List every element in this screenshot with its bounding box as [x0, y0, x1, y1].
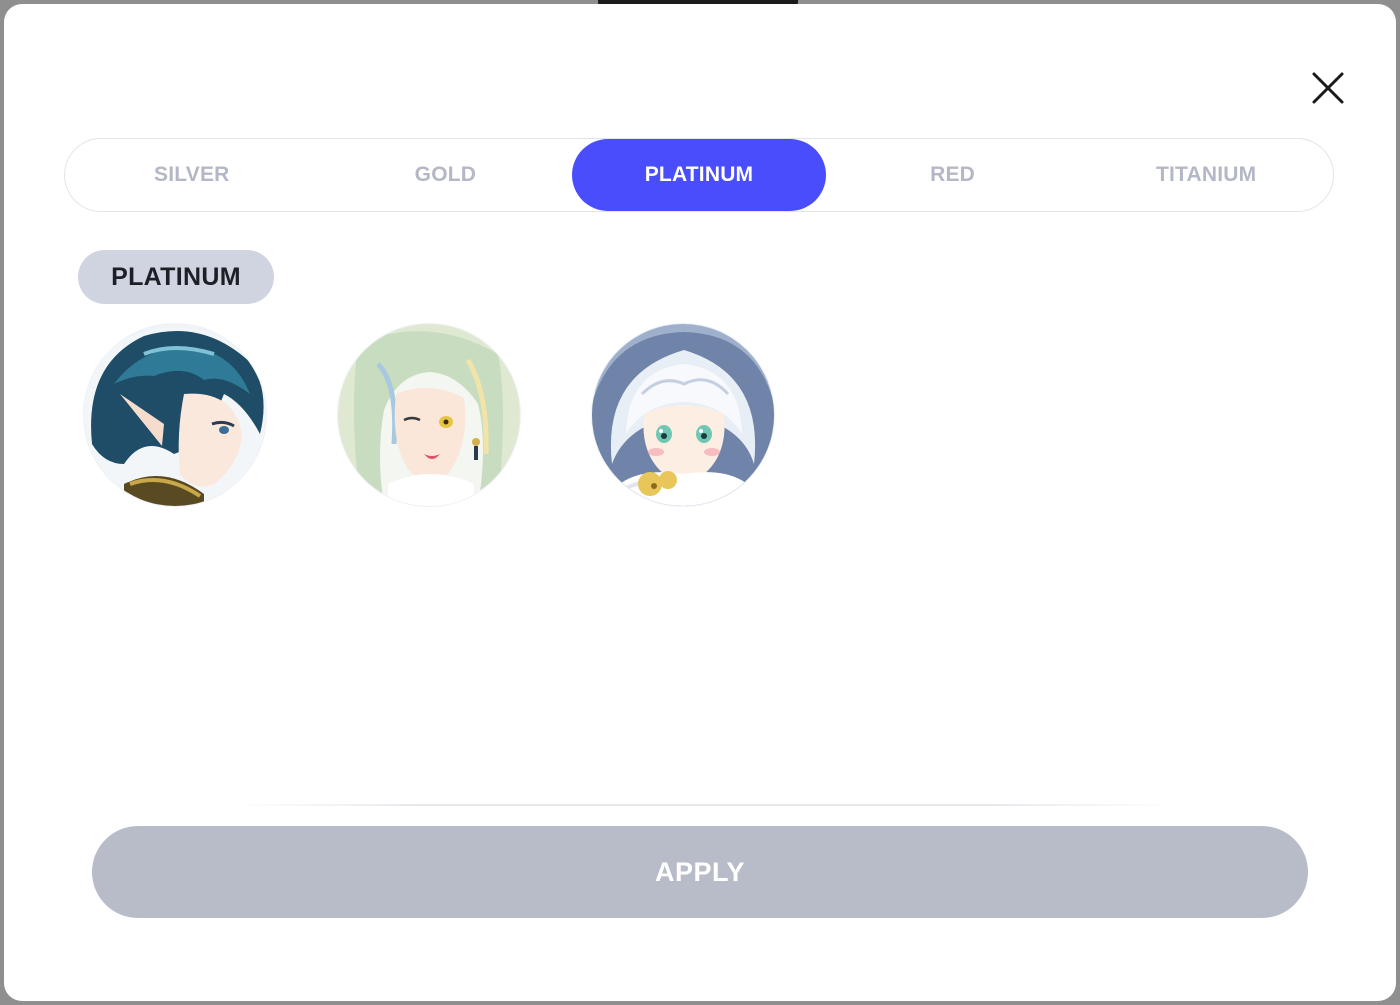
- close-icon: [1312, 72, 1344, 104]
- avatar-white-hood-girl[interactable]: [592, 324, 774, 506]
- avatar-silver-hair-girl[interactable]: [338, 324, 520, 506]
- footer-divider: [234, 804, 1174, 806]
- tab-gold[interactable]: GOLD: [319, 139, 573, 211]
- avatar-picker-modal: SILVER GOLD PLATINUM RED TITANIUM PLATIN…: [4, 4, 1396, 1001]
- avatar-blue-hair-elf[interactable]: [84, 324, 266, 506]
- tier-tabs: SILVER GOLD PLATINUM RED TITANIUM: [64, 138, 1334, 212]
- close-button[interactable]: [1308, 68, 1348, 108]
- tab-red[interactable]: RED: [826, 139, 1080, 211]
- tab-platinum[interactable]: PLATINUM: [572, 139, 826, 211]
- tab-silver[interactable]: SILVER: [65, 139, 319, 211]
- tier-badge: PLATINUM: [78, 250, 274, 304]
- tab-titanium[interactable]: TITANIUM: [1079, 139, 1333, 211]
- apply-button[interactable]: APPLY: [92, 826, 1308, 918]
- avatar-list: [84, 324, 774, 506]
